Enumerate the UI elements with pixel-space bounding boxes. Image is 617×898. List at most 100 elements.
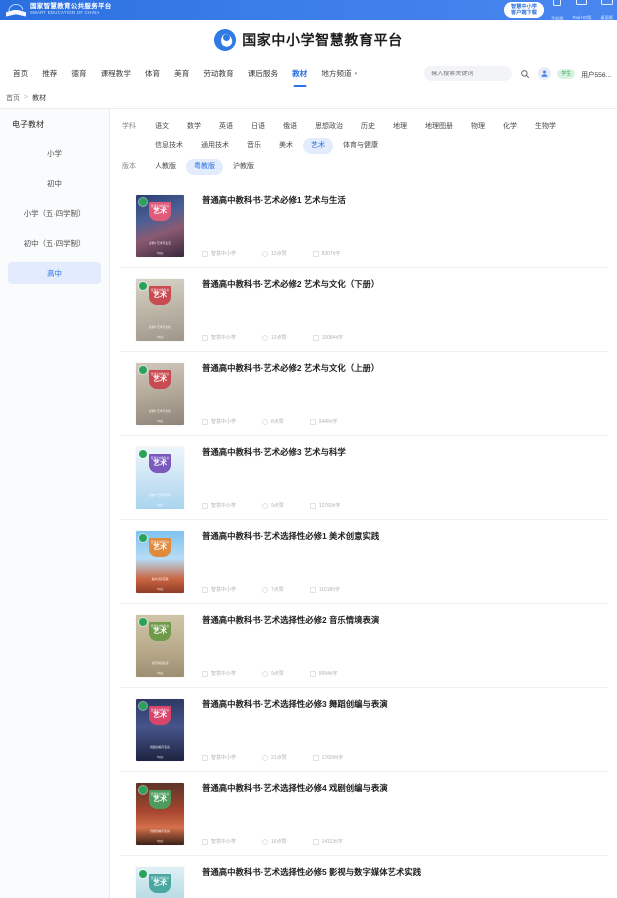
- search-button[interactable]: [518, 67, 532, 81]
- book-cover[interactable]: 普通高中教科书 艺术 舞蹈创编与表演 粤教版: [136, 699, 184, 761]
- filter-option-0-6[interactable]: 历史: [353, 119, 383, 135]
- source-icon: [202, 586, 208, 593]
- filter-option-0-15[interactable]: 美术: [271, 138, 301, 154]
- book-row[interactable]: 普通高中教科书 艺术 戏剧创编与表演 粤教版 普通高中教科书·艺术选择性必修4 戏剧创编…: [120, 772, 607, 856]
- platform-logo-icon[interactable]: [214, 29, 237, 51]
- filter-option-0-13[interactable]: 通用技术: [193, 138, 237, 154]
- book-source: 智慧中小学: [211, 839, 237, 845]
- cover-caption: 必修1 艺术与生活: [149, 241, 171, 245]
- tablet-icon: [576, 0, 588, 5]
- book-title[interactable]: 普通高中教科书·艺术必修2 艺术与文化（上册）: [202, 363, 605, 374]
- cover-label-big: 艺术: [153, 712, 167, 720]
- book-cover[interactable]: 普通高中教科书 艺术 必修2 艺术与文化 粤教版: [136, 363, 184, 425]
- nav-item-0[interactable]: 首页: [6, 68, 35, 79]
- book-title[interactable]: 普通高中教科书·艺术选择性必修3 舞蹈创编与表演: [202, 699, 605, 710]
- book-cover[interactable]: 普通高中教科书艺术影视与数字媒体艺术实践粤教版: [136, 867, 184, 898]
- sidebar-item-3[interactable]: 初中（五·四学制）: [8, 232, 101, 254]
- book-title[interactable]: 普通高中教科书·艺术选择性必修2 音乐情境表演: [202, 615, 605, 626]
- filter-option-0-14[interactable]: 音乐: [239, 138, 269, 154]
- filter-option-0-7[interactable]: 地理: [385, 119, 415, 135]
- book-title[interactable]: 普通高中教科书·艺术必修2 艺术与文化（下册）: [202, 279, 605, 290]
- filter-option-0-3[interactable]: 日语: [243, 119, 273, 135]
- filter-label: 学科: [122, 123, 136, 130]
- book-cover[interactable]: 普通高中教科书 艺术 音乐情境表演 粤教版: [136, 615, 184, 677]
- book-info: 普通高中教科书·艺术选择性必修1 美术创意实践 智慧中小学 7点赞 11018ए字: [184, 531, 605, 593]
- device-phone[interactable]: 手机版: [551, 0, 564, 25]
- nav-item-6[interactable]: 劳动教育: [196, 68, 240, 79]
- filter-option-1-1[interactable]: 粤教版: [186, 159, 223, 175]
- book-cover[interactable]: 普通高中教科书 艺术 戏剧创编与表演 粤教版: [136, 783, 184, 845]
- sidebar-item-0[interactable]: 小学: [8, 142, 101, 164]
- filter-option-1-2[interactable]: 沪教版: [225, 159, 262, 175]
- filter-option-0-12[interactable]: 信息技术: [147, 138, 191, 154]
- cover-label: 普通高中教科书 艺术: [149, 202, 171, 221]
- filter-option-0-4[interactable]: 俄语: [275, 119, 305, 135]
- sidebar-item-2[interactable]: 小学（五·四学制）: [8, 202, 101, 224]
- sidebar-item-label: 初中（五·四学制）: [23, 238, 86, 248]
- filter-option-0-10[interactable]: 化学: [495, 119, 525, 135]
- book-info: 普通高中教科书·艺术必修3 艺术与科学 智慧中小学 9点赞 12760ए字: [184, 447, 605, 509]
- gov-brand[interactable]: 国家智慧教育公共服务平台 SMART EDUCATION OF CHINA: [6, 2, 112, 17]
- nav-item-8[interactable]: 教材: [285, 68, 314, 79]
- cover-label: 普通高中教科书 艺术: [149, 370, 171, 389]
- book-cover[interactable]: 普通高中教科书 艺术 美术创意实践 粤教版: [136, 531, 184, 593]
- filter-option-0-9[interactable]: 物理: [463, 119, 493, 135]
- book-row[interactable]: 普通高中教科书 艺术 音乐情境表演 粤教版 普通高中教科书·艺术选择性必修2 音乐情境表…: [120, 604, 607, 688]
- cover-caption: 戏剧创编与表演: [150, 829, 170, 833]
- sidebar-item-label: 初中: [47, 178, 62, 188]
- filter-option-0-11[interactable]: 生物学: [527, 119, 564, 135]
- cover-label-big: 艺术: [153, 292, 167, 300]
- nav-item-2[interactable]: 德育: [64, 68, 93, 79]
- book-row[interactable]: 普通高中教科书 艺术 美术创意实践 粤教版 普通高中教科书·艺术选择性必修1 美术创意实…: [120, 520, 607, 604]
- filter-option-0-2[interactable]: 英语: [211, 119, 241, 135]
- breadcrumb-home[interactable]: 首页: [6, 93, 20, 103]
- book-meta: 智慧中小学 12点赞 10084ए字: [202, 334, 605, 341]
- book-meta: 智慧中小学 13点赞 8307ए字: [202, 250, 605, 257]
- book-likes: 16点赞: [271, 839, 287, 845]
- book-title[interactable]: 普通高中教科书·艺术选择性必修4 戏剧创编与表演: [202, 783, 605, 794]
- nav-item-list: 首页 推荐 德育 课程教学 体育 美育 劳动教育 课后服务 教材 地方频道 ▾: [6, 68, 364, 79]
- book-word-count-item: 10084ए字: [312, 334, 344, 341]
- filter-option-0-16[interactable]: 艺术: [303, 138, 333, 154]
- book-row[interactable]: 普通高中教科书 艺术 必修2 艺术与文化 粤教版 普通高中教科书·艺术必修2 艺术与文化…: [120, 352, 607, 436]
- search-box[interactable]: [424, 66, 513, 81]
- book-title[interactable]: 普通高中教科书·艺术必修1 艺术与生活: [202, 195, 605, 206]
- book-row[interactable]: 普通高中教科书 艺术 必修3 艺术与科学 粤教版 普通高中教科书·艺术必修3 艺术与科学…: [120, 436, 607, 520]
- nav-item-1[interactable]: 推荐: [35, 68, 64, 79]
- book-title[interactable]: 普通高中教科书·艺术必修3 艺术与科学: [202, 447, 605, 458]
- avatar[interactable]: [538, 67, 552, 80]
- nav-item-7[interactable]: 课后服务: [241, 68, 285, 79]
- client-download-button[interactable]: 智慧中小学 客户端下载: [504, 1, 544, 19]
- filter-panel: 学科 语文 数学 英语 日语 俄语 思想政治 历史 地理 地理图册 物理 化学 生物学信息技术 通用技术音…: [110, 109, 617, 184]
- nav-item-9[interactable]: 地方频道 ▾: [314, 68, 364, 79]
- book-word-count: 10084ए字: [321, 335, 344, 341]
- nav-item-4[interactable]: 体育: [138, 68, 167, 79]
- book-info: 普通高中教科书·艺术必修2 艺术与文化（下册） 智慧中小学 12点赞 10084ए字: [184, 279, 605, 341]
- book-cover[interactable]: 普通高中教科书 艺术 必修2 艺术与文化 粤教版: [136, 279, 184, 341]
- filter-option-1-0[interactable]: 人教版: [147, 159, 184, 175]
- book-info: 普通高中教科书·艺术必修2 艺术与文化（上册） 智慧中小学 8点赞 9445ए字: [184, 363, 605, 425]
- device-desktop[interactable]: 桌面版: [600, 0, 613, 24]
- thumbs-up-icon: [262, 670, 269, 677]
- book-cover[interactable]: 普通高中教科书 艺术 必修1 艺术与生活 粤教版: [136, 195, 184, 257]
- filter-option-0-5[interactable]: 思想政治: [307, 119, 351, 135]
- book-row[interactable]: 普通高中教科书 艺术 舞蹈创编与表演 粤教版 普通高中教科书·艺术选择性必修3 舞蹈创编…: [120, 688, 607, 772]
- book-title[interactable]: 普通高中教科书·艺术选择性必修5 影视与数字媒体艺术实践: [202, 867, 605, 878]
- sidebar-item-1[interactable]: 初中: [8, 172, 101, 194]
- book-row[interactable]: 普通高中教科书 艺术 必修2 艺术与文化 粤教版 普通高中教科书·艺术必修2 艺术与文化…: [120, 268, 607, 352]
- filter-option-0-1[interactable]: 数学: [179, 119, 209, 135]
- book-row[interactable]: 普通高中教科书 艺术 必修1 艺术与生活 粤教版 普通高中教科书·艺术必修1 艺术与生活…: [120, 184, 607, 268]
- nav-item-5[interactable]: 美育: [167, 68, 196, 79]
- filter-option-0-0[interactable]: 语文: [147, 119, 177, 135]
- username-label[interactable]: 用户556...: [581, 69, 611, 79]
- book-row[interactable]: 普通高中教科书艺术影视与数字媒体艺术实践粤教版 普通高中教科书·艺术选择性必修5 …: [120, 856, 607, 898]
- filter-option-0-17[interactable]: 体育与健康: [335, 138, 386, 154]
- filter-option-0-8[interactable]: 地理图册: [417, 119, 461, 135]
- page-body: 电子教材 小学 初中 小学（五·四学制） 初中（五·四学制） 高中 学科 语文 数学 英语 日语…: [0, 109, 617, 898]
- book-title[interactable]: 普通高中教科书·艺术选择性必修1 美术创意实践: [202, 531, 605, 542]
- device-pad[interactable]: Pad HD版: [573, 0, 591, 24]
- search-input[interactable]: [431, 70, 506, 77]
- nav-item-3[interactable]: 课程教学: [94, 68, 138, 79]
- sidebar-item-4[interactable]: 高中: [8, 262, 101, 284]
- book-cover[interactable]: 普通高中教科书 艺术 必修3 艺术与科学 粤教版: [136, 447, 184, 509]
